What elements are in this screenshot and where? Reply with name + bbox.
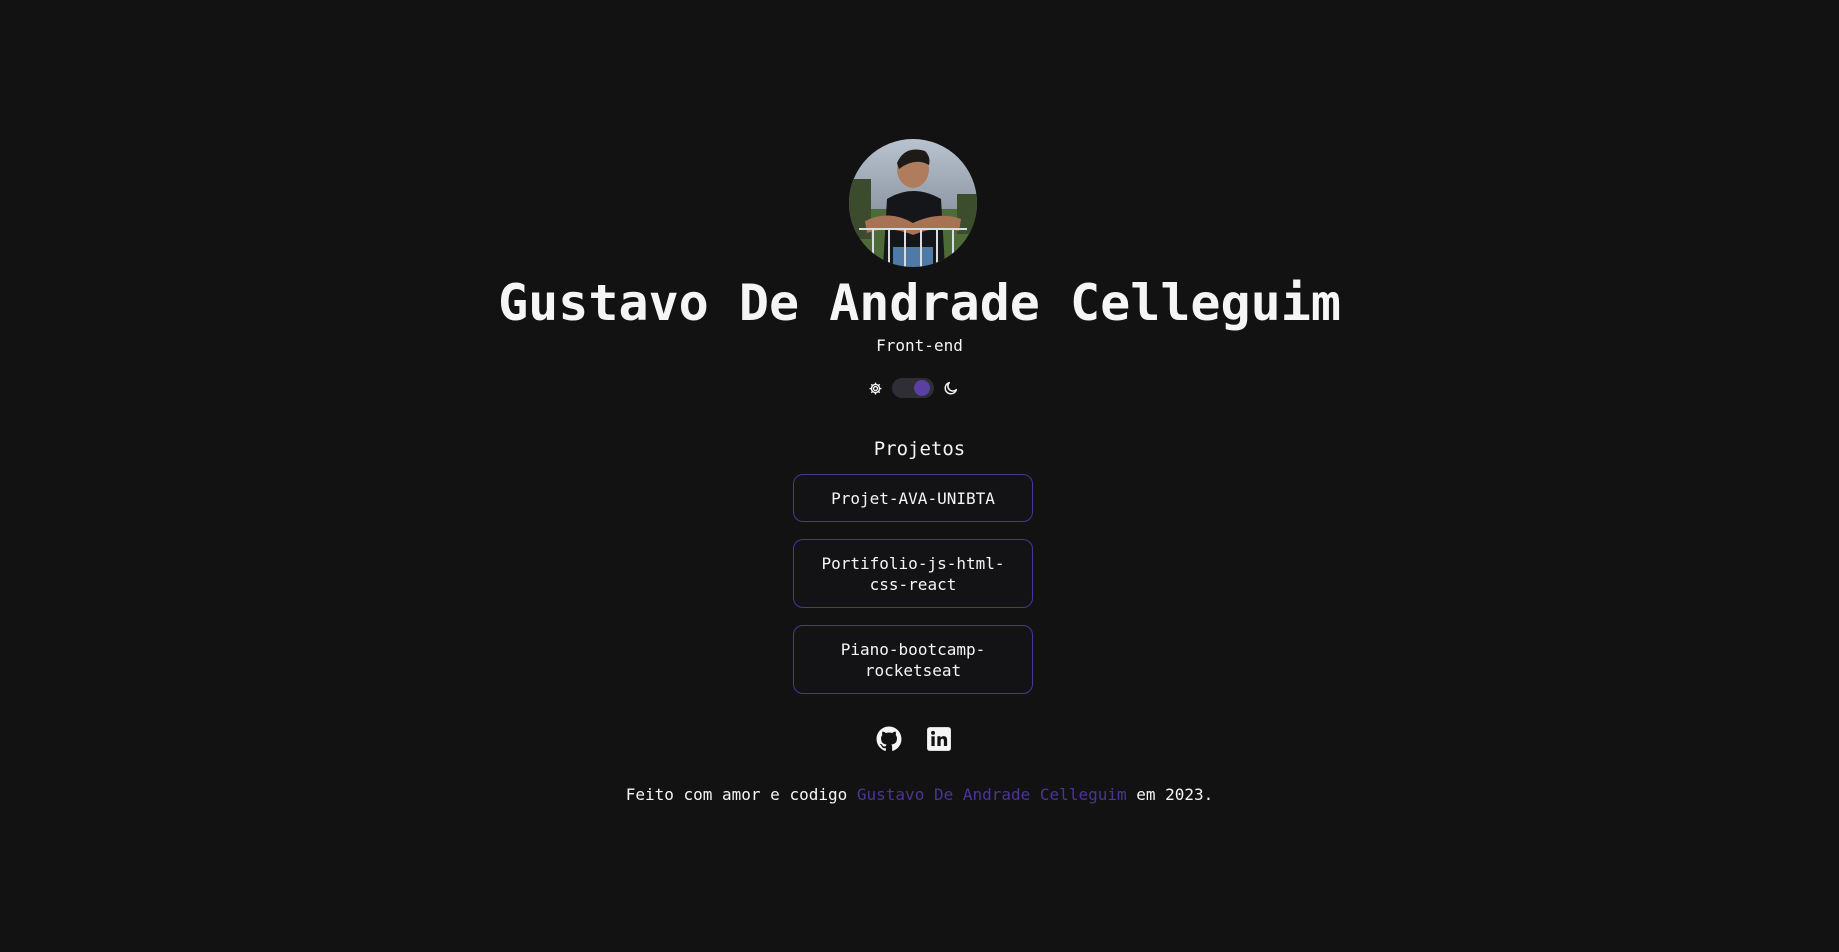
project-link-ava-unibta[interactable]: Projet-AVA-UNIBTA bbox=[793, 474, 1033, 522]
avatar bbox=[849, 139, 977, 267]
profile-role: Front-end bbox=[876, 336, 963, 355]
footer-author-link[interactable]: Gustavo De Andrade Celleguim bbox=[857, 785, 1127, 804]
gear-icon bbox=[866, 379, 884, 397]
linkedin-link[interactable] bbox=[926, 726, 952, 752]
projects-title: Projetos bbox=[873, 438, 966, 460]
linkedin-icon bbox=[927, 727, 951, 751]
theme-switch bbox=[866, 376, 960, 400]
footer-suffix: em 2023. bbox=[1136, 785, 1214, 804]
footer-prefix: Feito com amor e codigo bbox=[625, 785, 848, 804]
footer: Feito com amor e codigo Gustavo De Andra… bbox=[0, 784, 1839, 806]
theme-toggle-knob bbox=[914, 380, 930, 396]
github-icon bbox=[876, 726, 902, 751]
project-link-piano[interactable]: Piano-bootcamp-rocketseat bbox=[793, 625, 1033, 694]
page: Gustavo De Andrade Celleguim Front-end P… bbox=[0, 0, 1839, 952]
profile-name: Gustavo De Andrade Celleguim bbox=[498, 274, 1341, 332]
github-link[interactable] bbox=[876, 726, 902, 752]
projects-list: Projet-AVA-UNIBTA Portifolio-js-html-css… bbox=[793, 474, 1033, 711]
theme-toggle[interactable] bbox=[892, 378, 934, 398]
avatar-photo bbox=[849, 139, 977, 267]
project-link-portifolio[interactable]: Portifolio-js-html-css-react bbox=[793, 539, 1033, 608]
social-links bbox=[876, 726, 952, 752]
moon-icon bbox=[942, 379, 960, 397]
